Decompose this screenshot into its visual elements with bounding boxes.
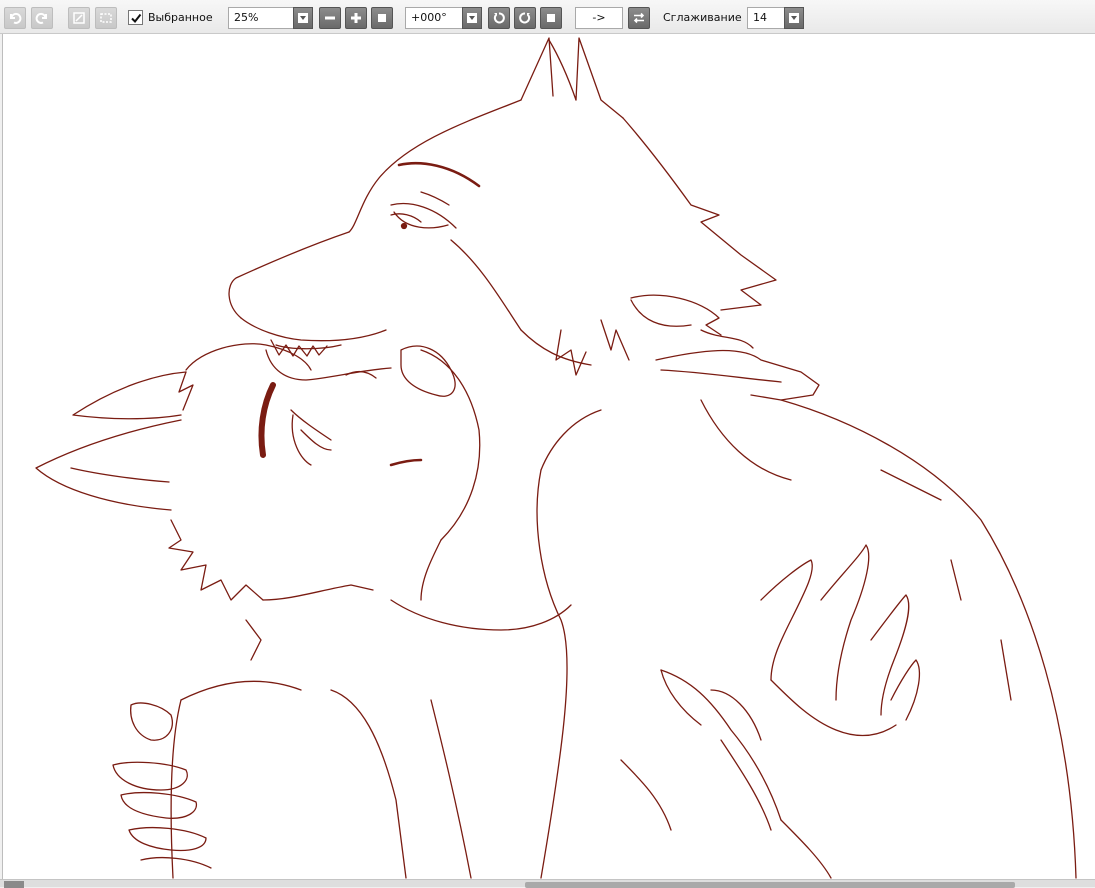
undo-button[interactable]: [4, 7, 26, 29]
zoom-out-button[interactable]: [319, 7, 341, 29]
transform-icon: [73, 12, 85, 24]
smoothing-label: Сглаживание: [663, 11, 742, 24]
chevron-down-icon: [298, 13, 308, 23]
zoom-dropdown-button[interactable]: [293, 7, 313, 29]
scrollbar-thumb[interactable]: [525, 882, 1015, 888]
drawing-canvas[interactable]: [2, 34, 1095, 879]
horizontal-scrollbar[interactable]: [0, 879, 1095, 888]
square-icon: [547, 14, 555, 22]
swap-arrows-icon: [633, 12, 645, 24]
deselect-icon: [100, 13, 112, 23]
toolbar: Выбранное 25% +000° -> Сглаживание 14: [0, 0, 1095, 34]
smoothing-dropdown-button[interactable]: [784, 7, 804, 29]
rotation-field[interactable]: +000°: [405, 7, 463, 29]
favorite-checkbox[interactable]: [128, 10, 143, 25]
rotate-right-button[interactable]: [514, 7, 536, 29]
rotate-right-icon: [519, 12, 531, 24]
transform-button[interactable]: [68, 7, 90, 29]
rotate-left-icon: [493, 12, 505, 24]
checkmark-icon: [130, 13, 141, 23]
rotation-reset-button[interactable]: [540, 7, 562, 29]
undo-icon: [10, 12, 22, 24]
redo-button[interactable]: [31, 7, 53, 29]
chevron-down-icon: [789, 13, 799, 23]
deselect-button[interactable]: [95, 7, 117, 29]
smoothing-field[interactable]: 14: [747, 7, 785, 29]
rotate-left-button[interactable]: [488, 7, 510, 29]
plus-icon: [351, 13, 361, 23]
favorite-label: Выбранное: [148, 11, 213, 24]
zoom-field[interactable]: 25%: [228, 7, 294, 29]
redo-icon: [35, 12, 47, 24]
lineart-drawing: [35, 37, 1077, 879]
zoom-reset-button[interactable]: [371, 7, 393, 29]
rotation-dropdown-button[interactable]: [462, 7, 482, 29]
zoom-in-button[interactable]: [345, 7, 367, 29]
minus-icon: [325, 16, 335, 20]
flip-direction-field[interactable]: ->: [575, 7, 623, 29]
square-icon: [378, 14, 386, 22]
flip-button[interactable]: [628, 7, 650, 29]
chevron-down-icon: [467, 13, 477, 23]
